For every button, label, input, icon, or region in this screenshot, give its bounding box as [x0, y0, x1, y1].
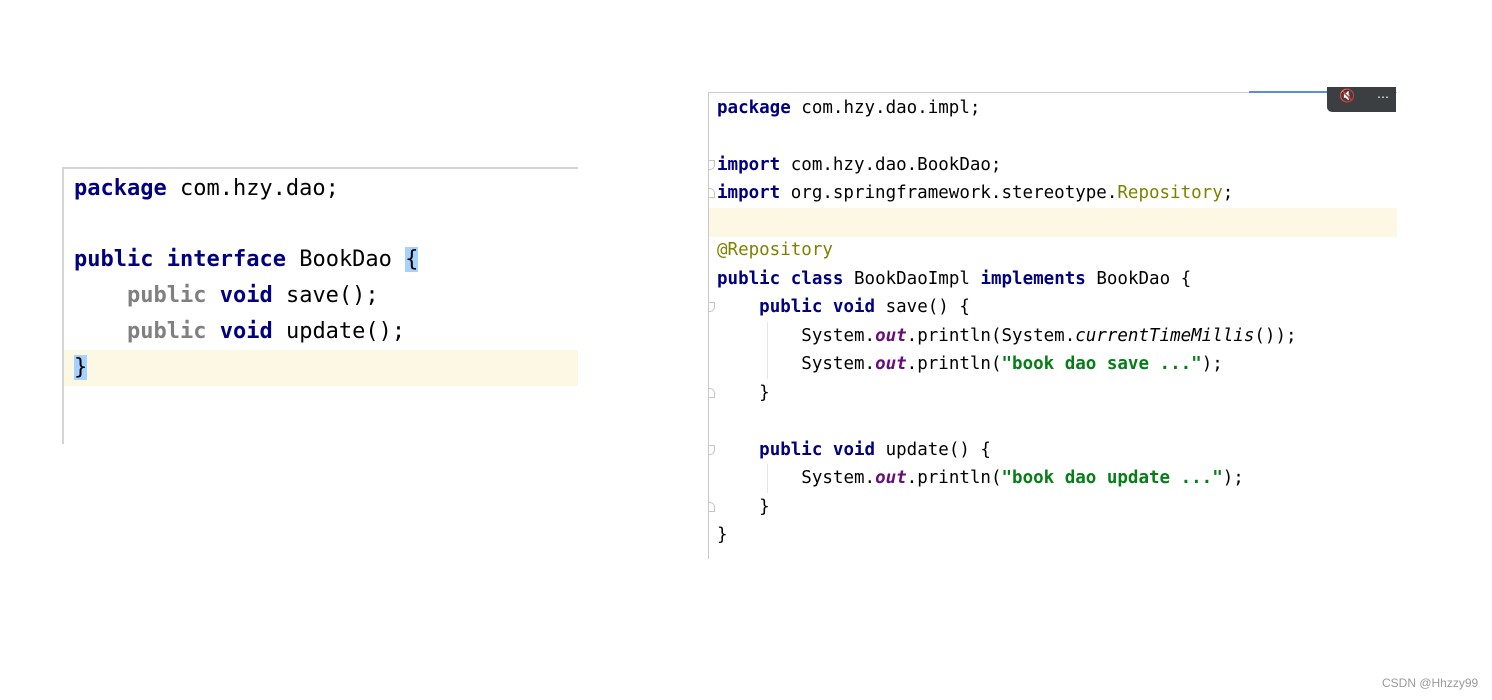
keyword: public	[759, 440, 823, 460]
code-line-14[interactable]: System.out.println("book dao update ..."…	[709, 464, 1397, 493]
keyword: package	[717, 98, 791, 118]
indent-guide	[767, 464, 768, 493]
static-field: out	[875, 354, 907, 374]
code-text: .println(	[906, 468, 1002, 488]
code-line-7[interactable]: public class BookDaoImpl implements Book…	[709, 265, 1397, 294]
keyword: void	[832, 297, 876, 317]
static-method: currentTimeMillis	[1075, 326, 1255, 346]
class-name: BookDaoImpl	[854, 269, 970, 289]
keyword: package	[74, 176, 167, 201]
code-line-4[interactable]: import org.springframework.stereotype.Re…	[709, 179, 1397, 208]
string-literal: "book dao update ..."	[1001, 468, 1223, 488]
keyword: interface	[166, 247, 286, 272]
keyword: void	[219, 319, 273, 344]
matched-brace: {	[405, 247, 419, 272]
interface-name: BookDao	[299, 247, 392, 272]
keyword: import	[717, 183, 781, 203]
code-text: );	[1222, 468, 1244, 488]
code-text: com.hzy.dao.BookDao;	[780, 155, 1002, 175]
code-text: update();	[272, 319, 406, 344]
interface-name: BookDao	[1096, 269, 1171, 289]
fold-marker-icon[interactable]	[709, 502, 715, 512]
static-field: out	[875, 468, 907, 488]
toolbar-accent-line	[1249, 91, 1329, 93]
code-line-6[interactable]: @Repository	[709, 236, 1397, 265]
keyword: public	[759, 297, 823, 317]
brace: }	[717, 525, 728, 545]
annotation: @Repository	[717, 240, 833, 260]
code-line-5[interactable]: public void update();	[64, 314, 578, 350]
static-field: out	[875, 326, 907, 346]
code-editor-bookdaoimpl[interactable]: package com.hzy.dao.impl; import com.hzy…	[708, 92, 1397, 559]
string-literal: "book dao save ..."	[1001, 354, 1202, 374]
code-text: ());	[1254, 326, 1297, 346]
code-text: .println(	[906, 354, 1002, 374]
code-line-1[interactable]: package com.hzy.dao.impl;	[709, 94, 1397, 123]
code-line-3[interactable]: public interface BookDao {	[64, 242, 578, 278]
code-line-16[interactable]: }	[709, 521, 1397, 550]
code-text: com.hzy.dao.impl;	[790, 98, 981, 118]
code-text: System.	[801, 468, 876, 488]
code-line-11[interactable]: }	[709, 379, 1397, 408]
matched-brace: }	[74, 355, 88, 380]
fold-marker-icon[interactable]	[709, 188, 715, 198]
code-text: save();	[272, 283, 379, 308]
code-text: System.	[801, 326, 876, 346]
code-line-4[interactable]: public void save();	[64, 278, 578, 314]
code-line-6-current[interactable]: }	[64, 350, 578, 386]
indent-guide	[767, 322, 768, 379]
code-editor-bookdao[interactable]: package com.hzy.dao; public interface Bo…	[62, 167, 578, 444]
code-line-15[interactable]: }	[709, 493, 1397, 522]
annotation-class: Repository	[1117, 183, 1223, 203]
keyword-redundant: public	[126, 283, 207, 308]
code-line-5-current[interactable]	[709, 208, 1397, 237]
floating-toolbar[interactable]: 🔇 …	[1327, 87, 1396, 112]
toolbar-text: …	[1377, 87, 1389, 101]
keyword: void	[219, 283, 273, 308]
code-line-3[interactable]: import com.hzy.dao.BookDao;	[709, 151, 1397, 180]
fold-marker-icon[interactable]	[709, 388, 715, 398]
code-text: com.hzy.dao;	[166, 176, 339, 201]
keyword: public	[74, 247, 154, 272]
code-line-10[interactable]: System.out.println("book dao save ...");	[709, 350, 1397, 379]
keyword: implements	[980, 269, 1086, 289]
code-line-1[interactable]: package com.hzy.dao;	[64, 171, 578, 207]
brace: }	[759, 497, 770, 517]
code-text: System.	[801, 354, 876, 374]
code-line-9[interactable]: System.out.println(System.currentTimeMil…	[709, 322, 1397, 351]
code-text: org.springframework.stereotype.	[780, 183, 1118, 203]
brace: {	[1180, 269, 1192, 289]
keyword: import	[717, 155, 781, 175]
watermark: CSDN @Hhzzy99	[1382, 676, 1479, 690]
code-text: save() {	[875, 297, 970, 317]
code-text: ;	[1222, 183, 1234, 203]
keyword: class	[790, 269, 844, 289]
code-text: update() {	[875, 440, 991, 460]
keyword: public	[717, 269, 781, 289]
code-line-8[interactable]: public void save() {	[709, 293, 1397, 322]
keyword: void	[832, 440, 876, 460]
brace: }	[759, 383, 770, 403]
mic-off-icon[interactable]: 🔇	[1339, 89, 1355, 104]
code-text: .println(System.	[906, 326, 1076, 346]
keyword-redundant: public	[126, 319, 207, 344]
code-line-13[interactable]: public void update() {	[709, 436, 1397, 465]
code-text: );	[1201, 354, 1223, 374]
